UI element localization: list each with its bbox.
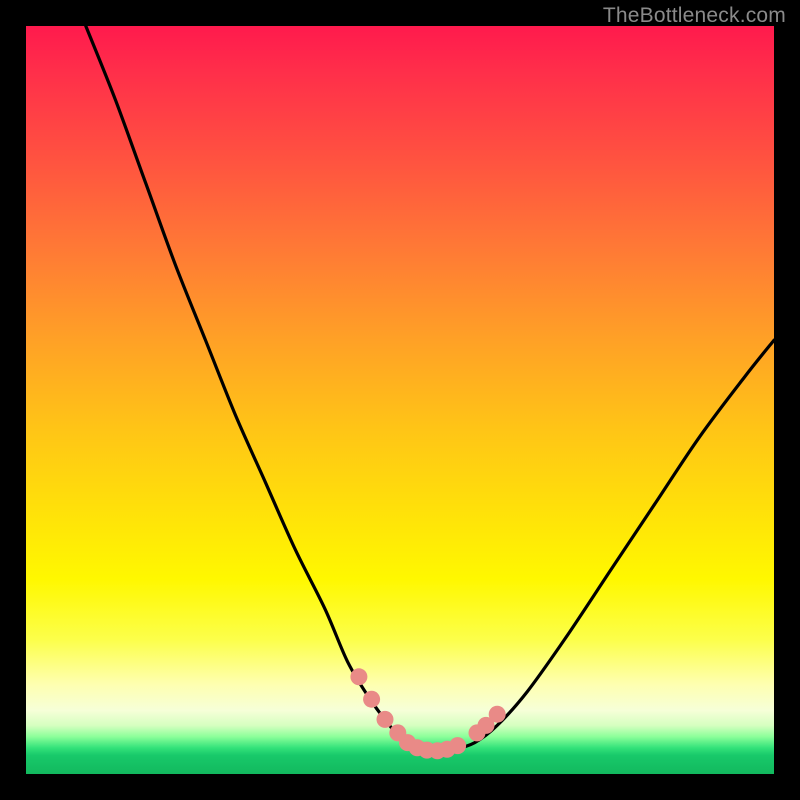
curve-marker: [377, 711, 394, 728]
curve-layer: [26, 26, 774, 774]
curve-marker: [350, 668, 367, 685]
chart-frame: TheBottleneck.com: [0, 0, 800, 800]
highlight-markers: [350, 668, 505, 759]
curve-marker: [489, 706, 506, 723]
curve-marker: [449, 737, 466, 754]
bottleneck-curve: [86, 26, 774, 752]
curve-marker: [363, 691, 380, 708]
watermark-text: TheBottleneck.com: [603, 4, 786, 28]
plot-area: [26, 26, 774, 774]
